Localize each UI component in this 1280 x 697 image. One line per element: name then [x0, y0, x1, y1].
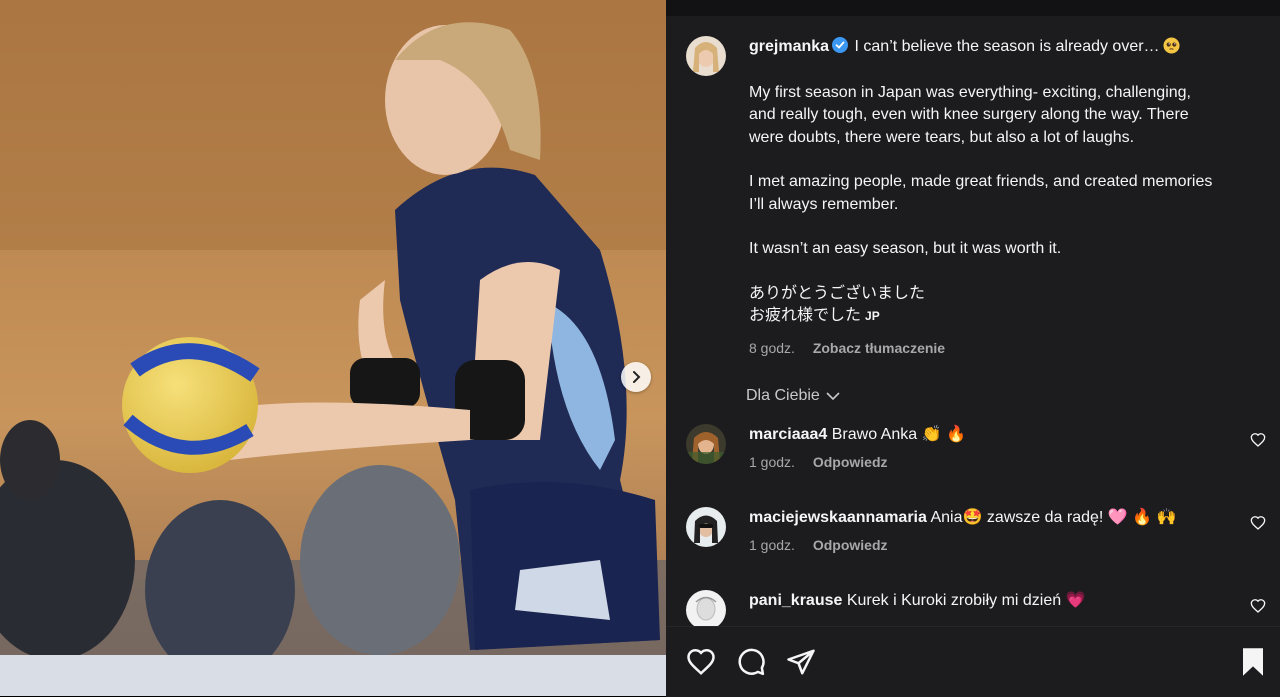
like-button[interactable]: [686, 647, 716, 682]
volleyball-player-photo: [0, 0, 666, 696]
caption-line: お疲れ様でした: [749, 307, 862, 324]
caption-paragraph-1: My first season in Japan was everything-…: [749, 82, 1239, 150]
comment-body: maciejewskaannamaria Ania🤩 zawsze da rad…: [749, 507, 1229, 529]
comment-meta: 1 godz. Odpowiedz: [749, 454, 902, 470]
post-side-panel: grejmanka I can’t believe the season is …: [666, 0, 1280, 697]
commenter-username[interactable]: maciejewskaannamaria: [749, 509, 927, 526]
heart-icon: [687, 648, 715, 675]
reply-button[interactable]: Odpowiedz: [813, 454, 888, 470]
comment-like-button[interactable]: [1250, 515, 1266, 536]
commenter-avatar[interactable]: [686, 424, 726, 464]
caption-line: and really tough, even with knee surgery…: [749, 106, 1189, 123]
caption-line: ありがとうございました: [749, 284, 926, 302]
panel-header-strip: [666, 0, 1280, 16]
caption-paragraph-2: I met amazing people, made great friends…: [749, 171, 1239, 216]
see-translation-button[interactable]: Zobacz tłumaczenie: [813, 340, 945, 356]
pink-heart-emoji: 💗: [1065, 592, 1086, 609]
caption-text: grejmanka I can’t believe the season is …: [749, 36, 1239, 350]
caption-line: My first season in Japan was everything-…: [749, 83, 1191, 101]
caption-paragraph-jp: ありがとうございました お疲れ様でした JP: [749, 283, 1239, 328]
share-icon: [787, 649, 815, 675]
comment-meta: 1 godz. Odpowiedz: [749, 537, 902, 553]
next-photo-button[interactable]: [621, 362, 651, 392]
caption-line: I’ll always remember.: [749, 195, 899, 213]
reply-button[interactable]: Odpowiedz: [813, 537, 888, 553]
chevron-right-icon: [633, 371, 641, 383]
comment-text: Brawo Anka 👏 🔥: [831, 426, 966, 443]
comment-sort-dropdown[interactable]: Dla Ciebie: [746, 387, 840, 405]
jp-flag-label: JP: [865, 309, 880, 323]
comment-icon: [738, 648, 765, 676]
comment-like-button[interactable]: [1250, 598, 1266, 619]
comment-button[interactable]: [736, 647, 766, 682]
post-time[interactable]: 8 godz.: [749, 340, 795, 356]
comment-text: Kurek i Kuroki zrobiły mi dzień: [846, 592, 1062, 609]
commenter-username[interactable]: pani_krause: [749, 592, 842, 609]
caption-line: It wasn’t an easy season, but it was wor…: [749, 240, 1062, 257]
author-avatar[interactable]: [686, 36, 726, 76]
heart-icon: [1250, 516, 1266, 530]
commenter-avatar[interactable]: [686, 590, 726, 630]
heart-icon: [1250, 599, 1266, 613]
comment-text: Ania🤩 zawsze da radę! 🩷 🔥 🙌: [930, 509, 1177, 526]
post-photo: [0, 0, 666, 696]
post-action-bar: [666, 626, 1280, 697]
share-button[interactable]: [786, 647, 816, 682]
bookmark-icon: [1243, 648, 1263, 676]
caption-first-line: I can’t believe the season is already ov…: [854, 38, 1160, 55]
comment-body: marciaaa4 Brawo Anka 👏 🔥: [749, 424, 1229, 446]
verified-badge-icon: [832, 37, 849, 53]
comment-item: maciejewskaannamaria Ania🤩 zawsze da rad…: [686, 507, 1266, 571]
comment-like-button[interactable]: [1250, 432, 1266, 453]
comment-item: marciaaa4 Brawo Anka 👏 🔥 1 godz. Odpowie…: [686, 424, 1266, 488]
commenter-avatar[interactable]: [686, 507, 726, 547]
caption-line: were doubts, there were tears, but also …: [749, 128, 1135, 146]
comment-time[interactable]: 1 godz.: [749, 537, 795, 553]
comment-body: pani_krause Kurek i Kuroki zrobiły mi dz…: [749, 590, 1229, 612]
comment-time[interactable]: 1 godz.: [749, 454, 795, 470]
caption-line: I met amazing people, made great friends…: [749, 173, 1213, 190]
heart-icon: [1250, 433, 1266, 447]
chevron-down-icon: [826, 392, 840, 401]
author-username[interactable]: grejmanka: [749, 38, 829, 55]
pleading-face-icon: [1163, 37, 1180, 54]
caption-meta: 8 godz. Zobacz tłumaczenie: [749, 340, 959, 356]
save-button[interactable]: [1240, 647, 1266, 682]
caption-paragraph-3: It wasn’t an easy season, but it was wor…: [749, 238, 1239, 261]
comment-sort-label: Dla Ciebie: [746, 387, 820, 404]
commenter-username[interactable]: marciaaa4: [749, 426, 827, 443]
